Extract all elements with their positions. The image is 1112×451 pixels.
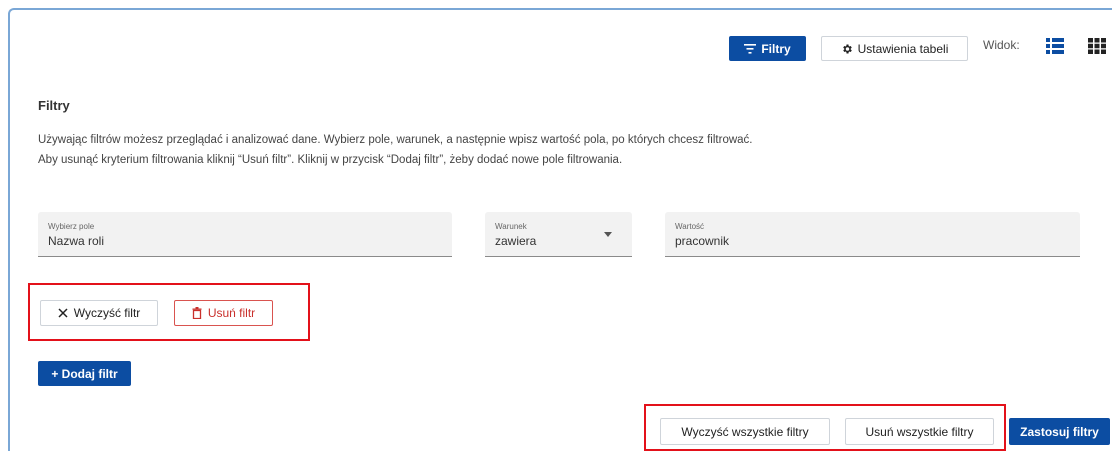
add-filter-label: + Dodaj filtr (51, 366, 118, 381)
gear-icon (842, 44, 852, 53)
trash-icon (192, 307, 202, 319)
value-label: Wartość (675, 222, 705, 231)
remove-all-filters-label: Usuń wszystkie filtry (865, 424, 974, 439)
select-field-input[interactable]: Wybierz pole Nazwa roli (38, 212, 452, 257)
view-label: Widok: (983, 38, 1020, 52)
filters-description-line-1: Używając filtrów możesz przeglądać i ana… (38, 134, 753, 146)
condition-value: zawiera (495, 234, 537, 248)
close-icon (58, 308, 68, 318)
apply-filters-button[interactable]: Zastosuj filtry (1009, 418, 1110, 445)
grid-view-icon[interactable] (1088, 38, 1106, 54)
condition-select[interactable]: Warunek zawiera (485, 212, 632, 257)
clear-all-filters-label: Wyczyść wszystkie filtry (681, 424, 809, 439)
apply-filters-label: Zastosuj filtry (1020, 424, 1099, 439)
clear-filter-label: Wyczyść filtr (73, 306, 141, 320)
select-field-value: Nazwa roli (48, 234, 105, 248)
filters-toggle-label: Filtry (761, 41, 791, 56)
select-field-label: Wybierz pole (48, 222, 95, 231)
filters-toggle-button[interactable]: Filtry (729, 36, 806, 61)
clear-all-filters-button[interactable]: Wyczyść wszystkie filtry (660, 418, 830, 445)
remove-filter-button[interactable]: Usuń filtr (174, 300, 273, 326)
condition-label: Warunek (495, 222, 527, 231)
list-view-icon[interactable] (1046, 38, 1064, 54)
filter-icon (744, 43, 757, 54)
filters-description-line-2: Aby usunąć kryterium filtrowania kliknij… (38, 154, 623, 166)
table-settings-label: Ustawienia tabeli (857, 41, 949, 56)
table-settings-button[interactable]: Ustawienia tabeli (821, 36, 968, 61)
value-value: pracownik (675, 234, 730, 248)
filters-title: Filtry (38, 98, 70, 113)
remove-filter-label: Usuń filtr (207, 306, 256, 320)
add-filter-button[interactable]: + Dodaj filtr (38, 361, 131, 386)
value-input[interactable]: Wartość pracownik (665, 212, 1080, 257)
remove-all-filters-button[interactable]: Usuń wszystkie filtry (845, 418, 994, 445)
chevron-down-icon (604, 232, 612, 237)
clear-filter-button[interactable]: Wyczyść filtr (40, 300, 158, 326)
